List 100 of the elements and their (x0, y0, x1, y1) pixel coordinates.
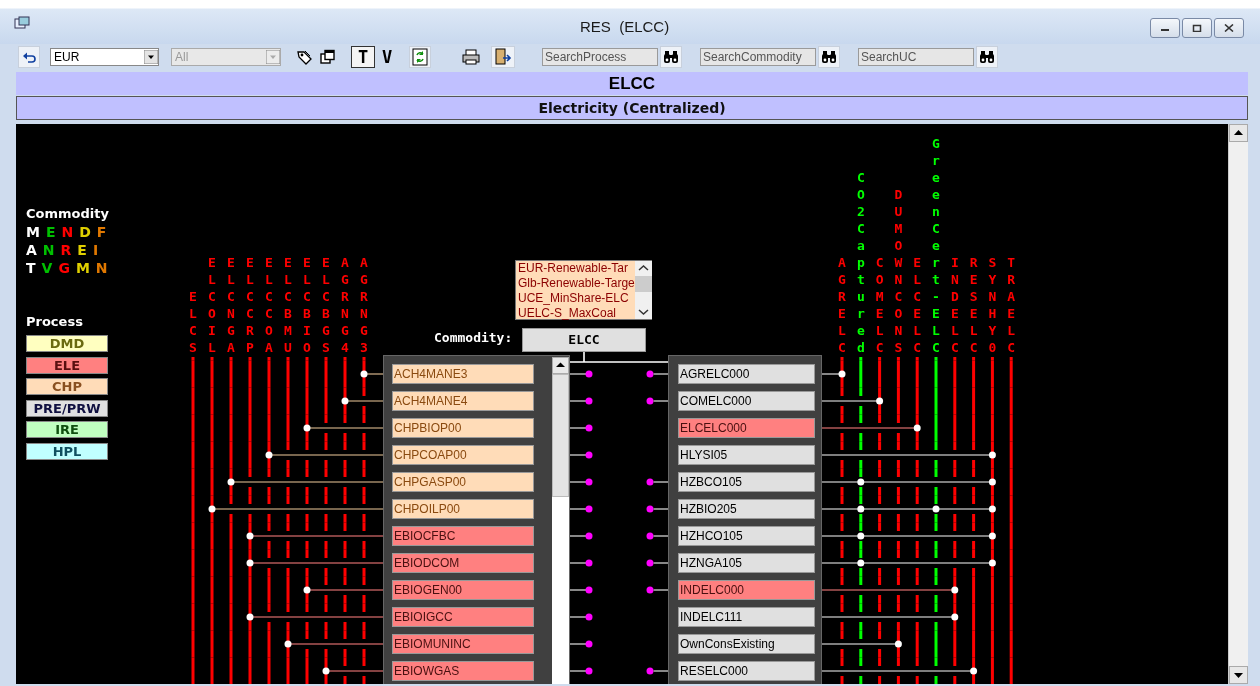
search-button[interactable] (818, 46, 840, 68)
process-box[interactable]: CHPCOAP00 (392, 445, 534, 465)
process-box[interactable]: EBIOWGAS (392, 661, 534, 681)
process-box[interactable]: CHPGASP00 (392, 472, 534, 492)
close-button[interactable] (1214, 18, 1244, 38)
legend-process-type: PRE/PRW (26, 399, 108, 417)
region-dropdown[interactable]: EUR (50, 48, 159, 66)
commodity-label[interactable]: GreenCert-ELC (929, 135, 943, 356)
constraint-item[interactable]: UCE_MinShare-ELC (518, 291, 635, 306)
constraint-item[interactable]: Glb-Renewable-Targe (518, 276, 635, 291)
port-connector (569, 505, 593, 513)
scrollbar-thumb[interactable] (634, 276, 652, 292)
process-box[interactable]: HZBIO205 (678, 499, 815, 519)
port-connector (569, 586, 593, 594)
caret-icon (144, 50, 158, 64)
scrollbar[interactable] (552, 357, 569, 684)
window-title: RES (ELCC) (580, 18, 670, 35)
port-connector (646, 478, 669, 486)
legend-letter: V (41, 260, 53, 276)
commodity-label[interactable]: ELCCOA (262, 254, 276, 356)
commodity-label[interactable]: ELCELC (910, 254, 924, 356)
search-field[interactable]: SearchProcess (542, 48, 658, 66)
process-box[interactable]: HZBCO105 (678, 472, 815, 492)
commodity-label[interactable]: AGRNG4 (338, 254, 352, 356)
commodity-label[interactable]: ELCBGS (319, 254, 333, 356)
port-connector (646, 559, 669, 567)
process-box[interactable]: HLYSI05 (678, 445, 815, 465)
search-button[interactable] (660, 46, 682, 68)
scrollbar[interactable] (634, 261, 652, 319)
legend-letter: R (60, 242, 72, 258)
commodity-label[interactable]: ELCCRP (243, 254, 257, 356)
scrollbar[interactable] (1228, 124, 1248, 684)
view-toggle[interactable]: T (351, 46, 375, 68)
constraint-list[interactable]: EUR-Renewable-Tar Glb-Renewable-Targe UCE_MinShare-ELC UELC-S_MaxCoal (515, 260, 652, 320)
port-connector (646, 370, 669, 378)
commodity-label[interactable]: DUMOWNCONS (891, 186, 905, 356)
undo-button[interactable] (18, 46, 40, 68)
commodity-label[interactable]: RESELC (967, 254, 981, 356)
binoculars-icon (979, 50, 995, 64)
commodity-label[interactable]: ELCNGA (224, 254, 238, 356)
process-box[interactable]: EBIOGEN00 (392, 580, 534, 600)
legend-letter: M (75, 260, 90, 276)
process-box[interactable]: INDELC000 (678, 580, 815, 600)
process-box[interactable]: AGRELC000 (678, 364, 815, 384)
commodity-label[interactable]: TRAELC (1004, 254, 1018, 356)
commodity-label[interactable]: CO2Captured (854, 169, 868, 356)
process-box[interactable]: EBIOMUNINC (392, 634, 534, 654)
legend-letter: A (26, 242, 37, 258)
windows-icon (320, 49, 336, 65)
refresh-icon (412, 48, 428, 66)
search-field[interactable]: SearchCommodity (700, 48, 816, 66)
commodity-label[interactable]: AGRNG3 (357, 254, 371, 356)
process-box[interactable]: COMELC000 (678, 391, 815, 411)
maximize-button[interactable] (1182, 18, 1212, 38)
refresh-button[interactable] (409, 46, 431, 68)
constraint-item[interactable]: EUR-Renewable-Tar (518, 261, 635, 276)
process-box[interactable]: EBIOCFBC (392, 526, 534, 546)
process-box[interactable]: ACH4MANE4 (392, 391, 534, 411)
commodity-label[interactable]: INDELC (948, 254, 962, 356)
constraint-item[interactable]: UELC-S_MaxCoal (518, 306, 635, 321)
process-box[interactable]: INDELC111 (678, 607, 815, 627)
commodity-label[interactable]: ELCOIL (205, 254, 219, 356)
process-box[interactable]: OwnConsExisting (678, 634, 815, 654)
process-box[interactable]: CHPOILP00 (392, 499, 534, 519)
commodity-label[interactable]: COMELC (873, 254, 887, 356)
legend-process-type: CHP (26, 378, 108, 395)
view-toggle[interactable]: V (375, 46, 399, 68)
commodity-field[interactable]: ELCC (522, 328, 646, 352)
port-connector (646, 397, 669, 405)
process-box[interactable]: EBIODCOM (392, 553, 534, 573)
legend-letter: N (61, 224, 74, 240)
exit-button[interactable] (491, 46, 515, 68)
minimize-button[interactable] (1150, 18, 1180, 38)
commodity-label[interactable]: AGRELC (835, 254, 849, 356)
port-connector (646, 586, 669, 594)
commodity-label[interactable]: ELCS (186, 288, 200, 356)
legend-title: Commodity (26, 206, 109, 221)
process-box[interactable]: HZNGA105 (678, 553, 815, 573)
process-box[interactable]: HZHCO105 (678, 526, 815, 546)
process-box[interactable]: CHPBIOP00 (392, 418, 534, 438)
commodity-label[interactable]: ELCBIO (300, 254, 314, 356)
search-field[interactable]: SearchUC (858, 48, 974, 66)
legend-process-type: HPL (26, 442, 108, 460)
legend-letter: D (79, 224, 91, 240)
port-connector (569, 667, 593, 675)
commodity-title: ELCC (16, 72, 1248, 95)
commodity-label[interactable]: ELCBMU (281, 254, 295, 356)
process-box[interactable]: RESELC000 (678, 661, 815, 681)
scrollbar-thumb[interactable] (552, 374, 569, 497)
search-button[interactable] (976, 46, 998, 68)
commodity-label[interactable]: SYNHY0 (985, 254, 999, 356)
print-button[interactable] (459, 46, 483, 68)
port-connector (569, 397, 593, 405)
process-box[interactable]: EBIOIGCC (392, 607, 534, 627)
legend-letter: M (26, 224, 40, 240)
process-box[interactable]: ACH4MANE3 (392, 364, 534, 384)
port-connector (569, 424, 593, 432)
caret-icon (266, 50, 280, 64)
exit-door-icon (494, 48, 512, 66)
process-box[interactable]: ELCELC000 (678, 418, 815, 438)
